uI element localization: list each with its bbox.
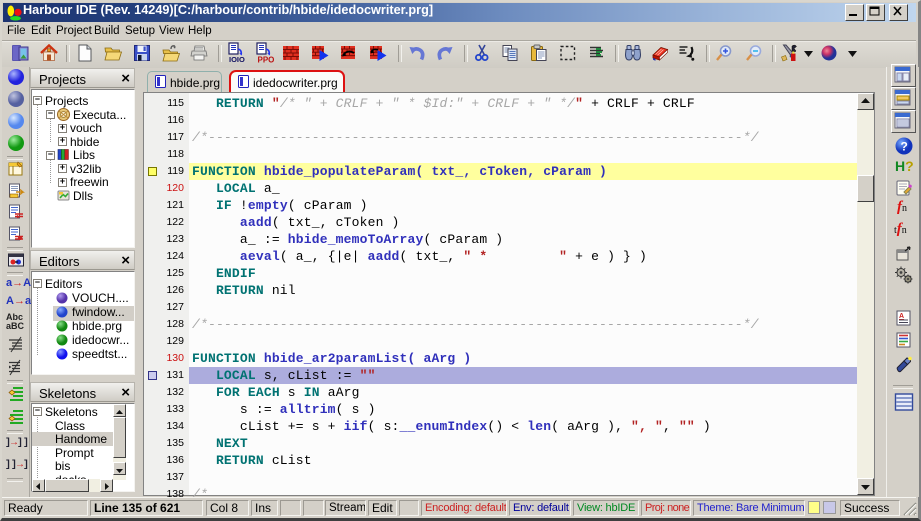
svg-text:IOIO: IOIO: [229, 55, 245, 64]
svg-text:?: ?: [901, 140, 908, 154]
svg-text:PPO: PPO: [258, 56, 275, 65]
svg-text:A: A: [899, 313, 904, 320]
